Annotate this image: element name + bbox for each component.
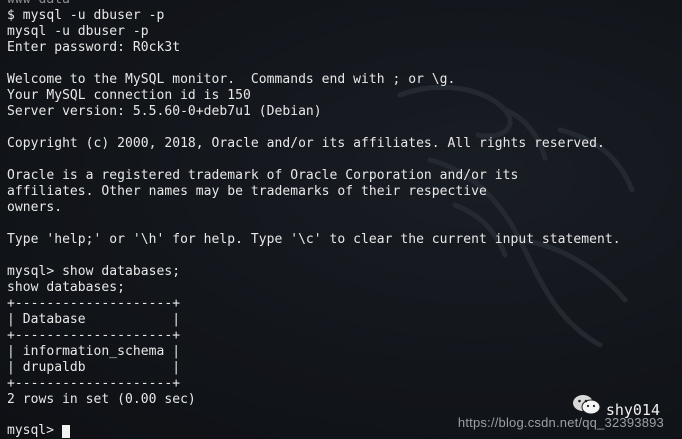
output-line [7, 120, 621, 136]
watermark-author: shy014 [605, 401, 660, 419]
output-line: Enter password: R0ck3t [7, 40, 181, 55]
watermark-logo [572, 393, 602, 421]
prompt-label: mysql> [7, 423, 54, 438]
table-header: | Database | [7, 312, 181, 327]
table-border: +--------------------+ [7, 376, 181, 391]
terminal-output: www-data $ mysql -u dbuser -p mysql -u d… [7, 0, 621, 424]
output-line: Server version: 5.5.60-0+deb7u1 (Debian) [7, 104, 322, 119]
output-line: 2 rows in set (0.00 sec) [7, 392, 196, 407]
output-line: mysql -u dbuser -p [7, 24, 149, 39]
text-cursor [61, 424, 70, 438]
output-line: Copyright (c) 2000, 2018, Oracle and/or … [7, 136, 605, 151]
output-line: mysql> show databases; [7, 264, 181, 279]
output-line: Your MySQL connection id is 150 [7, 88, 251, 103]
output-line [7, 248, 621, 264]
table-row: | information_schema | [7, 344, 181, 359]
output-line [7, 216, 621, 232]
output-line [7, 56, 621, 72]
table-border: +--------------------+ [7, 296, 181, 311]
output-line: affiliates. Other names may be trademark… [7, 184, 487, 199]
terminal-window[interactable]: www-data $ mysql -u dbuser -p mysql -u d… [0, 0, 682, 439]
output-line: www-data [7, 0, 621, 8]
wechat-icon [573, 395, 601, 415]
output-line: $ mysql -u dbuser -p [7, 8, 165, 23]
output-line: owners. [7, 200, 63, 215]
table-row: | drupaldb | [7, 360, 181, 375]
output-line: Oracle is a registered trademark of Orac… [7, 168, 519, 183]
table-border: +--------------------+ [7, 328, 181, 343]
output-line: Type 'help;' or '\h' for help. Type '\c'… [7, 232, 621, 247]
output-line [7, 152, 621, 168]
command-prompt[interactable]: mysql> [7, 423, 70, 439]
output-line: show databases; [7, 280, 125, 295]
output-line: Welcome to the MySQL monitor. Commands e… [7, 72, 456, 87]
